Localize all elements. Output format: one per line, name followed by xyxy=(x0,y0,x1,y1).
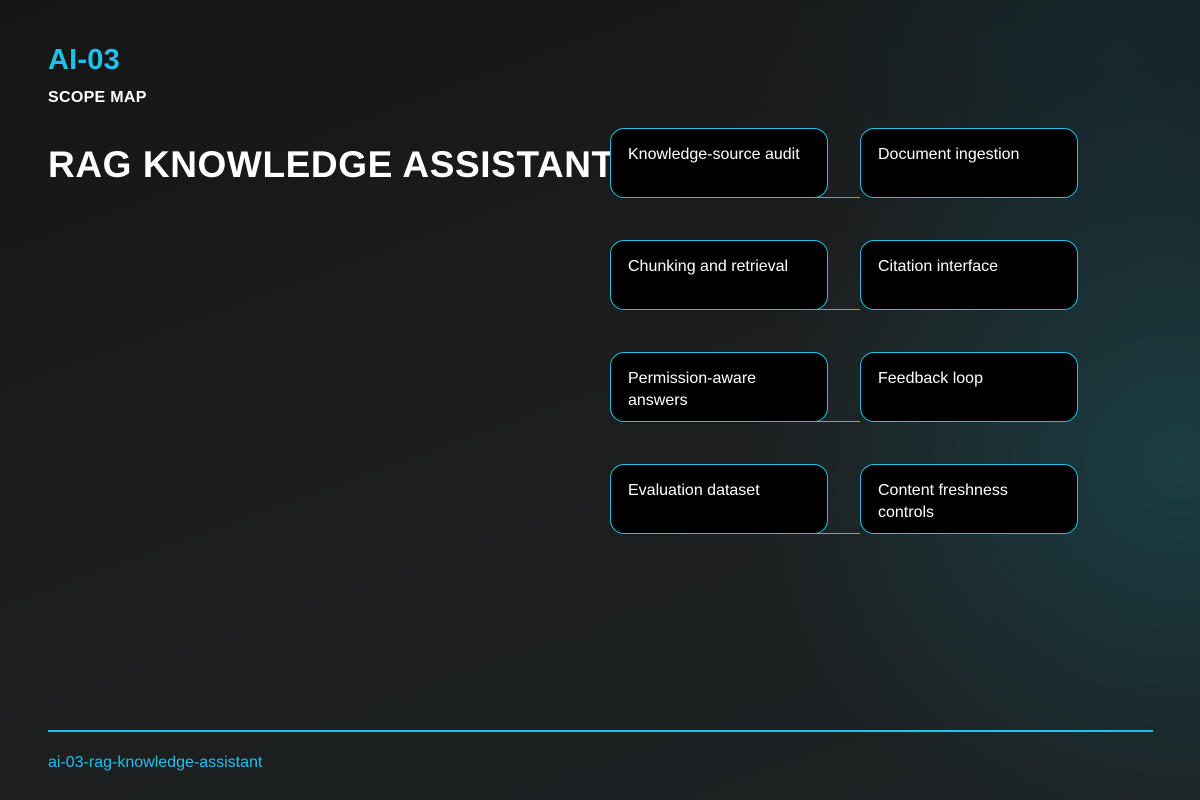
scope-item-feedback-loop: Feedback loop xyxy=(860,352,1078,422)
project-code: AI-03 xyxy=(48,44,120,76)
scope-item-evaluation-dataset: Evaluation dataset xyxy=(610,464,828,534)
page-title: RAG KNOWLEDGE ASSISTANT xyxy=(48,144,615,185)
scope-item-permission-aware-answers: Permission-aware answers xyxy=(610,352,828,422)
footer-divider xyxy=(48,730,1153,732)
section-label: SCOPE MAP xyxy=(48,89,147,106)
scope-item-document-ingestion: Document ingestion xyxy=(860,128,1078,198)
scope-map: Knowledge-source audit Document ingestio… xyxy=(610,128,1080,536)
scope-item-knowledge-source-audit: Knowledge-source audit xyxy=(610,128,828,198)
scope-item-citation-interface: Citation interface xyxy=(860,240,1078,310)
scope-item-chunking-and-retrieval: Chunking and retrieval xyxy=(610,240,828,310)
footer-slug: ai-03-rag-knowledge-assistant xyxy=(48,754,263,771)
scope-item-content-freshness-controls: Content freshness controls xyxy=(860,464,1078,534)
